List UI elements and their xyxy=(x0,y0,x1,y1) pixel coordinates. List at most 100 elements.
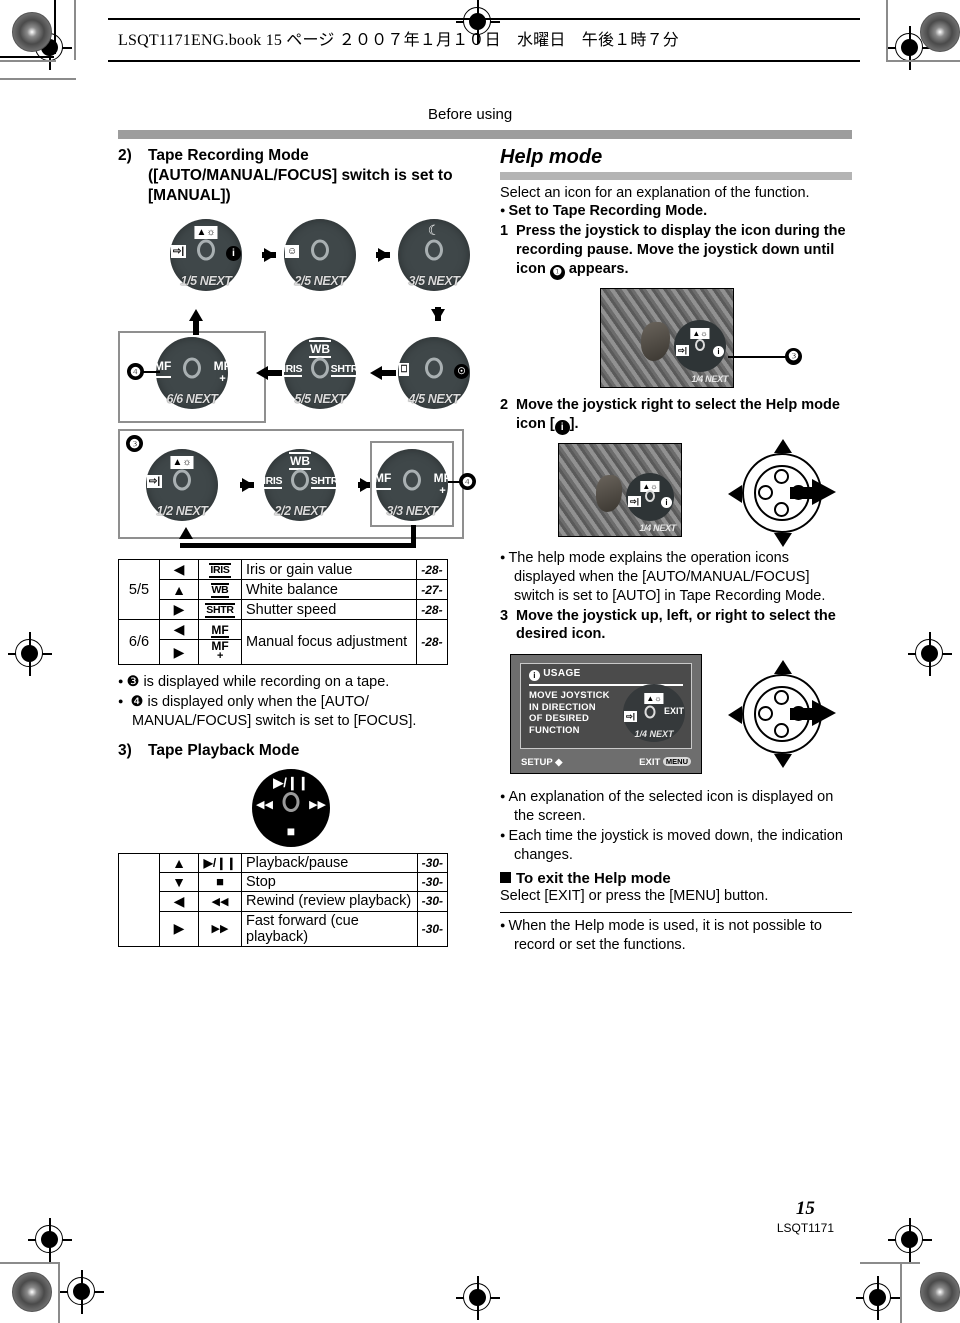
white-balance-icon: WB xyxy=(309,340,331,359)
note-marker-1: ❸ is displayed while recording on a tape… xyxy=(118,673,484,692)
joystick-arrow-up xyxy=(774,439,792,454)
flow-arrow-1 xyxy=(262,248,276,263)
bullet-set-tape-mode: Set to Tape Recording Mode. xyxy=(500,202,852,221)
step-1-text: Press the joystick to display the icon d… xyxy=(516,222,852,280)
reg-mark-mid-right xyxy=(908,632,952,676)
right-column: Help mode Select an icon for an explanat… xyxy=(500,146,852,956)
direction-up: ▲ xyxy=(159,852,199,873)
section-5-5: 5/5 xyxy=(118,559,160,621)
joystick-next-label: 4/5 NEXT xyxy=(408,392,460,407)
table-row: 5/5 ◀ IRIS Iris or gain value -28- xyxy=(118,559,449,621)
exit-icon: ⇨| xyxy=(628,496,641,508)
step-3-number: 3 xyxy=(500,607,509,624)
manual-focus-plus-icon: MF + xyxy=(198,639,242,666)
help-bullet-set-mode: Set to Tape Recording Mode. xyxy=(500,202,852,221)
reg-mark-bottom-left xyxy=(28,1218,72,1262)
joystick-step-6-6: MF MF + 6/6 NEXT xyxy=(154,337,231,410)
callout-leader-2-manual xyxy=(142,371,160,374)
joystick-arrow-right xyxy=(812,479,836,506)
bullet-final-note: When the Help mode is used, it is not po… xyxy=(500,917,852,955)
exit-icon: ⇨| xyxy=(171,245,187,259)
night-mode-icon: ☾ xyxy=(427,222,441,239)
flow-arrow-4 xyxy=(370,366,396,381)
joystick-auto-step-1-2: ▲☼ ⇨| 1/2 NEXT xyxy=(146,449,218,522)
joystick-glyph-icon: ◆ xyxy=(555,757,563,769)
lcd-exit-label: EXIT xyxy=(663,706,684,717)
manual-function-table: 5/5 ◀ IRIS Iris or gain value -28- ▲ WB … xyxy=(118,559,449,666)
joystick-arrow-right xyxy=(812,700,836,727)
auto-loop-arrow xyxy=(179,527,193,540)
help-step-3: 3 Move the joystick up, left, or right t… xyxy=(500,607,852,645)
photo-2-block: ▲☼ ⇨| i 1/4 NEXT xyxy=(500,439,852,548)
callout-marker-2-auto: ❹ xyxy=(459,473,476,491)
trim-line-bottom-left-h xyxy=(0,1262,58,1264)
photo-1-callout-marker: ❸ xyxy=(785,347,802,365)
osd-joystick-disc: ▲☼ ⇨| i xyxy=(674,319,726,372)
step-2-text: Move the joystick right to select the He… xyxy=(516,396,852,436)
soft-skin-icon: ☺ xyxy=(285,245,300,259)
header-rule-top xyxy=(108,18,860,20)
menu-button-glyph: MENU xyxy=(662,757,691,767)
table-row: ▲ WB White balance -27- xyxy=(119,579,449,601)
osd-overlay: ▲☼ ⇨| i 1/4 NEXT xyxy=(619,473,678,533)
joystick-pad-left xyxy=(758,485,773,501)
joystick-next-label: 1/2 NEXT xyxy=(156,504,208,519)
table-row: ▼ ■ Stop -30- xyxy=(119,871,449,892)
iris-icon: IRIS xyxy=(198,559,242,581)
left-column: 2) Tape Recording Mode ([AUTO/MANUAL/FOC… xyxy=(118,146,484,947)
joystick-center-ring xyxy=(291,469,309,491)
joystick-control-lcd xyxy=(728,660,836,769)
lcd-next-label: 1/4 NEXT xyxy=(634,729,674,740)
function-desc: Shutter speed xyxy=(241,599,417,621)
playback-section-blank xyxy=(118,852,160,947)
manual-focus-minus-icon: MF xyxy=(198,619,242,641)
page-ref: -28- xyxy=(415,599,449,621)
help-bullet-explains: The help mode explains the operation ico… xyxy=(500,549,852,606)
flow-arrow-3 xyxy=(431,307,445,322)
lcd-title: i USAGE xyxy=(529,668,581,682)
step-3-text: Move the joystick up, left, or right to … xyxy=(516,607,836,643)
help-mode-title: Help mode xyxy=(500,146,603,168)
page-ref: -30- xyxy=(416,910,449,947)
function-desc: Iris or gain value xyxy=(241,559,417,581)
page-ref: -30- xyxy=(416,852,449,873)
manual-focus-minus-icon: MF xyxy=(374,469,392,491)
crop-line-top xyxy=(0,56,54,58)
joystick-auto-step-2-2: WB IRIS SHTR 2/2 NEXT xyxy=(263,449,338,522)
playback-function-table: ▲ ▶/❙❙ Playback/pause -30- ▼ ■ Stop -30-… xyxy=(118,852,449,947)
joystick-center-ring xyxy=(403,469,421,491)
photo-1-block: ▲☼ ⇨| i 1/4 NEXT ❸ xyxy=(500,287,852,392)
joystick-center-ring xyxy=(311,357,329,379)
fast-forward-icon: ▶▶ xyxy=(309,798,326,811)
joystick-next-label: 6/6 NEXT xyxy=(166,392,218,407)
joystick-next-label: 3/3 NEXT xyxy=(386,504,438,519)
item-2-heading: 2) Tape Recording Mode ([AUTO/MANUAL/FOC… xyxy=(118,146,484,205)
shutter-icon: SHTR xyxy=(330,363,358,378)
joystick-center-ring xyxy=(695,338,705,351)
item-3-title: Tape Playback Mode xyxy=(148,742,300,760)
lcd-joystick-disc: ▲☼ ⇨| EXIT 1/4 NEXT xyxy=(623,684,685,743)
crop-line-left xyxy=(54,0,56,54)
trim-line-top-left-h xyxy=(0,60,56,62)
joystick-next-label: 2/2 NEXT xyxy=(274,504,326,519)
backlight-icon: ☉ xyxy=(454,359,469,380)
note-marker-2: ❹ is displayed only when the [AUTO/ MANU… xyxy=(118,693,484,731)
color-rosette-bottom-right xyxy=(920,1272,960,1312)
bullet-indication-changes: Each time the joystick is moved down, th… xyxy=(500,827,852,865)
function-desc: Stop xyxy=(241,871,418,892)
flow-arrow-2 xyxy=(376,248,390,263)
direction-left: ◀ xyxy=(159,559,199,581)
color-rosette-top-right xyxy=(920,12,960,52)
reg-mark-inner-top-left xyxy=(60,1270,104,1314)
rewind-icon: ◀◀ xyxy=(198,890,242,912)
item-2-number: 2) xyxy=(118,147,132,164)
white-balance-icon: WB xyxy=(289,452,311,471)
section-divider-rule xyxy=(500,911,852,914)
square-bullet-icon xyxy=(500,871,511,883)
final-note: When the Help mode is used, it is not po… xyxy=(500,917,852,955)
osd-next-label: 1/4 NEXT xyxy=(691,373,728,384)
joystick-pad-down xyxy=(774,502,789,518)
joystick-next-label: 3/5 NEXT xyxy=(408,274,460,289)
lcd-block: i USAGE MOVE JOYSTICK IN DIRECTION OF DE… xyxy=(500,654,852,784)
help-intro: Select an icon for an explanation of the… xyxy=(500,185,810,201)
